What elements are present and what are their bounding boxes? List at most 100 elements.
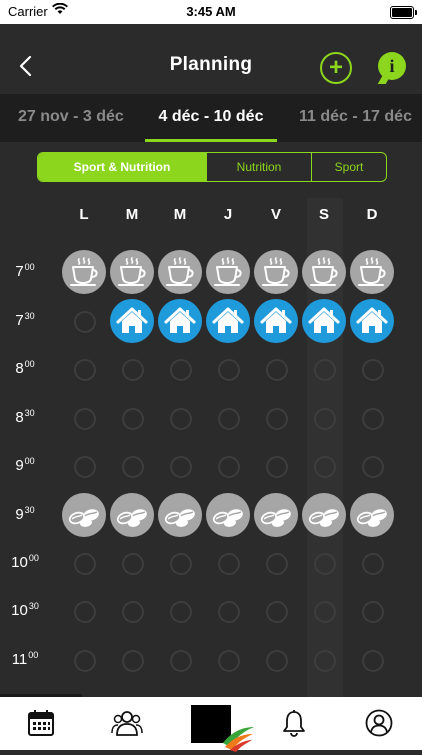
empty-slot[interactable] bbox=[158, 638, 202, 682]
empty-slot-circle bbox=[74, 456, 96, 478]
time-hour: 7 bbox=[15, 263, 24, 280]
empty-slot[interactable] bbox=[206, 347, 250, 391]
nuts-slot[interactable] bbox=[158, 493, 202, 537]
tab-calendar[interactable] bbox=[0, 697, 84, 750]
empty-slot-circle bbox=[170, 456, 192, 478]
coffee-slot[interactable] bbox=[254, 250, 298, 294]
empty-slot[interactable] bbox=[206, 589, 250, 633]
tab-group[interactable] bbox=[84, 697, 168, 750]
empty-slot-circle bbox=[122, 553, 144, 575]
empty-slot-circle bbox=[314, 553, 336, 575]
day-header: L bbox=[79, 206, 89, 223]
empty-slot[interactable] bbox=[350, 444, 394, 488]
coffee-slot[interactable] bbox=[350, 250, 394, 294]
empty-slot[interactable] bbox=[302, 347, 346, 391]
nuts-slot[interactable] bbox=[254, 493, 298, 537]
empty-slot[interactable] bbox=[158, 347, 202, 391]
empty-slot[interactable] bbox=[158, 589, 202, 633]
empty-slot[interactable] bbox=[110, 444, 154, 488]
empty-slot[interactable] bbox=[254, 444, 298, 488]
empty-slot[interactable] bbox=[110, 347, 154, 391]
coffee-slot[interactable] bbox=[62, 250, 106, 294]
coffee-slot[interactable] bbox=[206, 250, 250, 294]
nuts-icon bbox=[62, 493, 106, 537]
empty-slot[interactable] bbox=[62, 299, 106, 343]
empty-slot-circle bbox=[362, 359, 384, 381]
time-label: 830 bbox=[0, 408, 50, 426]
empty-slot[interactable] bbox=[62, 396, 106, 440]
empty-slot[interactable] bbox=[350, 638, 394, 682]
tab-home-logo[interactable] bbox=[169, 697, 254, 752]
empty-slot-circle bbox=[122, 359, 144, 381]
empty-slot[interactable] bbox=[302, 589, 346, 633]
nuts-slot[interactable] bbox=[302, 493, 346, 537]
empty-slot[interactable] bbox=[350, 347, 394, 391]
home-slot[interactable] bbox=[254, 299, 298, 343]
empty-slot-circle bbox=[314, 601, 336, 623]
empty-slot[interactable] bbox=[302, 396, 346, 440]
coffee-slot[interactable] bbox=[110, 250, 154, 294]
tab-profile[interactable] bbox=[338, 697, 422, 750]
empty-slot-circle bbox=[218, 456, 240, 478]
home-slot[interactable] bbox=[206, 299, 250, 343]
week-next[interactable]: 11 déc - 17 déc bbox=[299, 108, 412, 126]
empty-slot[interactable] bbox=[110, 589, 154, 633]
time-hour: 9 bbox=[15, 457, 24, 474]
empty-slot[interactable] bbox=[206, 541, 250, 585]
home-slot[interactable] bbox=[350, 299, 394, 343]
tab-notifications[interactable] bbox=[253, 697, 337, 750]
empty-slot[interactable] bbox=[302, 541, 346, 585]
empty-slot-circle bbox=[314, 359, 336, 381]
empty-slot[interactable] bbox=[302, 638, 346, 682]
time-hour: 8 bbox=[15, 360, 24, 377]
empty-slot-circle bbox=[170, 553, 192, 575]
empty-slot[interactable] bbox=[206, 638, 250, 682]
empty-slot[interactable] bbox=[110, 638, 154, 682]
coffee-slot[interactable] bbox=[158, 250, 202, 294]
empty-slot-circle bbox=[170, 601, 192, 623]
empty-slot[interactable] bbox=[350, 589, 394, 633]
nuts-slot[interactable] bbox=[62, 493, 106, 537]
empty-slot[interactable] bbox=[254, 589, 298, 633]
empty-slot[interactable] bbox=[350, 541, 394, 585]
empty-slot[interactable] bbox=[254, 347, 298, 391]
empty-slot[interactable] bbox=[254, 396, 298, 440]
home-slot[interactable] bbox=[110, 299, 154, 343]
empty-slot[interactable] bbox=[254, 638, 298, 682]
empty-slot[interactable] bbox=[350, 396, 394, 440]
time-label: 730 bbox=[0, 311, 50, 329]
empty-slot[interactable] bbox=[158, 444, 202, 488]
empty-slot[interactable] bbox=[62, 541, 106, 585]
empty-slot[interactable] bbox=[302, 444, 346, 488]
nuts-slot[interactable] bbox=[206, 493, 250, 537]
empty-slot[interactable] bbox=[110, 541, 154, 585]
home-icon bbox=[206, 299, 250, 343]
profile-icon bbox=[365, 709, 393, 737]
empty-slot[interactable] bbox=[158, 396, 202, 440]
empty-slot-circle bbox=[362, 408, 384, 430]
empty-slot[interactable] bbox=[62, 638, 106, 682]
filter-sport[interactable]: Sport bbox=[312, 153, 386, 181]
info-button[interactable]: i bbox=[378, 52, 406, 80]
filter-sport-nutrition[interactable]: Sport & Nutrition bbox=[38, 153, 207, 181]
nuts-slot[interactable] bbox=[350, 493, 394, 537]
home-slot[interactable] bbox=[302, 299, 346, 343]
empty-slot[interactable] bbox=[206, 396, 250, 440]
empty-slot[interactable] bbox=[254, 541, 298, 585]
coffee-icon bbox=[110, 250, 154, 294]
empty-slot[interactable] bbox=[206, 444, 250, 488]
time-label: 1000 bbox=[0, 553, 50, 571]
coffee-slot[interactable] bbox=[302, 250, 346, 294]
empty-slot[interactable] bbox=[158, 541, 202, 585]
empty-slot[interactable] bbox=[62, 589, 106, 633]
empty-slot[interactable] bbox=[62, 347, 106, 391]
filter-nutrition[interactable]: Nutrition bbox=[207, 153, 312, 181]
time-hour: 10 bbox=[11, 602, 28, 619]
status-time: 3:45 AM bbox=[186, 4, 236, 19]
empty-slot[interactable] bbox=[62, 444, 106, 488]
add-button[interactable]: + bbox=[320, 52, 352, 84]
home-slot[interactable] bbox=[158, 299, 202, 343]
empty-slot[interactable] bbox=[110, 396, 154, 440]
empty-slot-circle bbox=[218, 650, 240, 672]
nuts-slot[interactable] bbox=[110, 493, 154, 537]
